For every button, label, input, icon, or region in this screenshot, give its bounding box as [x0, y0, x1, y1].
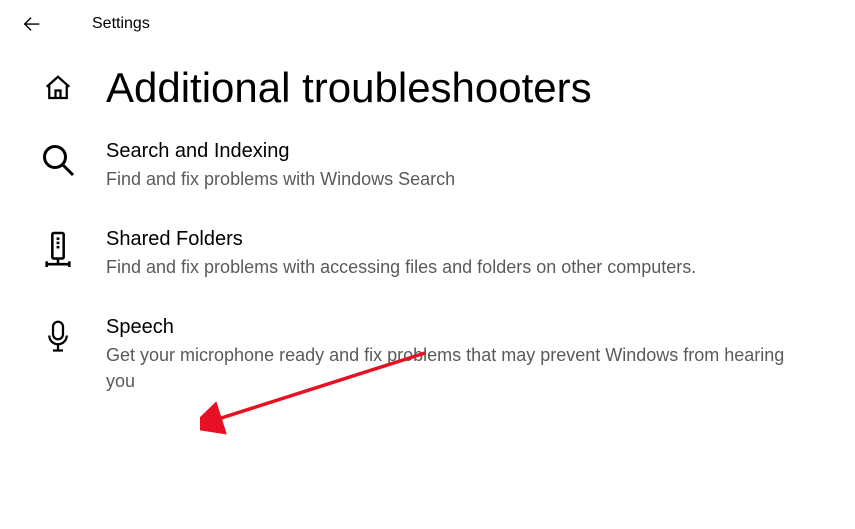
- item-title: Speech: [106, 316, 786, 339]
- item-title: Shared Folders: [106, 228, 696, 251]
- content-area: Additional troubleshooters Search and In…: [0, 44, 855, 394]
- troubleshooter-item-shared-folders[interactable]: Shared Folders Find and fix problems wit…: [40, 228, 815, 280]
- item-text: Speech Get your microphone ready and fix…: [106, 316, 786, 393]
- item-text: Search and Indexing Find and fix problem…: [106, 140, 455, 192]
- item-desc: Get your microphone ready and fix proble…: [106, 343, 786, 393]
- server-icon: [40, 228, 76, 268]
- troubleshooter-item-speech[interactable]: Speech Get your microphone ready and fix…: [40, 316, 815, 393]
- item-desc: Find and fix problems with accessing fil…: [106, 255, 696, 280]
- microphone-icon: [40, 316, 76, 356]
- page-header: Additional troubleshooters: [40, 64, 815, 112]
- page-title: Additional troubleshooters: [106, 64, 592, 112]
- search-icon: [40, 140, 76, 180]
- troubleshooter-list: Search and Indexing Find and fix problem…: [40, 140, 815, 394]
- back-arrow-icon: [21, 13, 43, 35]
- home-icon[interactable]: [40, 73, 76, 103]
- back-button[interactable]: [20, 12, 44, 36]
- item-text: Shared Folders Find and fix problems wit…: [106, 228, 696, 280]
- topbar-title: Settings: [92, 15, 150, 33]
- troubleshooter-item-search-indexing[interactable]: Search and Indexing Find and fix problem…: [40, 140, 815, 192]
- item-desc: Find and fix problems with Windows Searc…: [106, 167, 455, 192]
- item-title: Search and Indexing: [106, 140, 455, 163]
- topbar: Settings: [0, 0, 855, 44]
